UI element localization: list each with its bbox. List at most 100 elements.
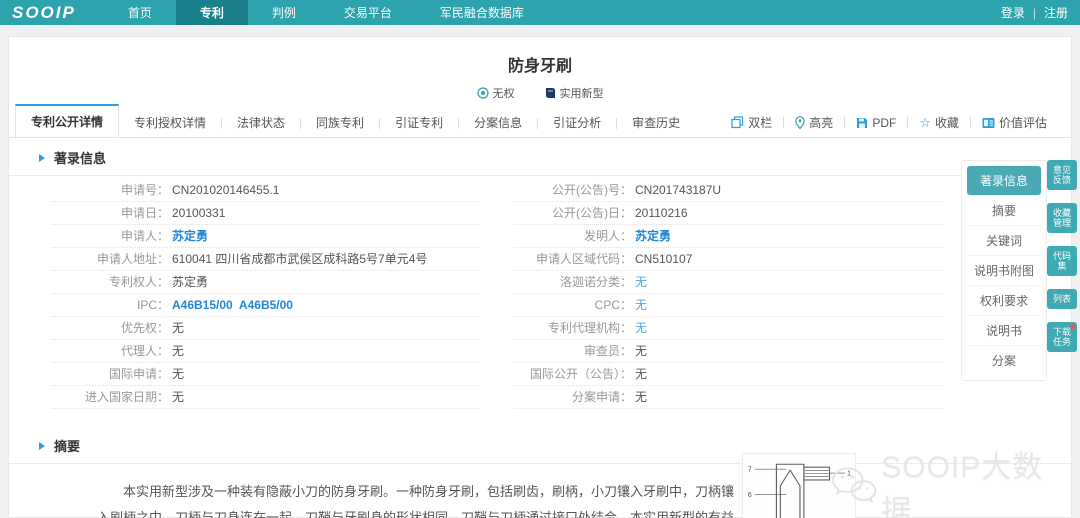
abstract-section-header[interactable]: 摘要 [9,426,1071,464]
abstract-section-title: 摘要 [54,439,81,454]
field-publication-date: 公开(公告)日： 20110216 [514,202,943,225]
code-set-button[interactable]: 代码集 [1047,246,1077,276]
biblio-fields: 申请号： CN201020146455.1 申请日： 20100331 申请人：… [9,176,1071,413]
field-international-application: 国际申请： 无 [51,363,480,386]
biblio-right-column: 公开(公告)号： CN201743187U 公开(公告)日： 20110216 … [514,179,943,409]
pdf-save-icon [857,117,868,128]
auth-links: 登录 | 注册 [1001,4,1068,21]
inventor-link[interactable]: 苏定勇 [635,230,671,243]
valuation-button[interactable]: 价值评估 [982,114,1047,131]
anchor-item-biblio[interactable]: 著录信息 [967,166,1041,195]
tab-divisional-info[interactable]: 分案信息 [459,107,537,137]
anchor-nav: 著录信息 摘要 关键词 说明书附图 权利要求 说明书 分案 [961,160,1047,381]
anchor-item-description[interactable]: 说明书 [967,315,1041,345]
figure-label: 7 [748,467,752,474]
field-locarno-class: 洛迦诺分类： 无 [514,271,943,294]
section-arrow-icon [39,441,45,450]
section-arrow-icon [39,153,45,162]
field-priority: 优先权： 无 [51,317,480,340]
list-button[interactable]: 列表 [1047,289,1077,309]
status-badge-label: 无权 [492,88,515,100]
field-publication-number: 公开(公告)号： CN201743187U [514,179,943,202]
tab-publication-details[interactable]: 专利公开详情 [15,104,120,138]
toolbar-divider [783,117,785,128]
rights-status-icon [476,87,489,99]
page-title: 防身牙刷 [507,58,572,75]
dual-column-button[interactable]: 双栏 [731,114,772,131]
tab-citation-analysis[interactable]: 引证分析 [538,107,616,137]
field-applicant-region-code: 申请人区域代码： CN510107 [514,248,943,271]
nav-item-cases[interactable]: 判例 [248,0,320,25]
register-link[interactable]: 注册 [1044,4,1068,21]
valuation-icon [982,117,995,128]
figure-label: 1 [847,471,851,478]
toolbar-divider [907,117,909,128]
nav-item-home[interactable]: 首页 [104,0,176,25]
toolbar: 双栏 高亮 PDF ☆ 收藏 价值评估 [731,114,1065,137]
tab-cited-patents[interactable]: 引证专利 [380,107,458,137]
edge-button-stack: 意见反馈 收藏管理 代码集 列表 下载任务 [1047,160,1077,352]
patent-figure[interactable]: 7 1 6 2 5 4 [742,453,856,518]
valuation-label: 价值评估 [998,116,1047,130]
highlight-label: 高亮 [809,116,834,130]
highlight-pin-icon [795,116,806,129]
dual-column-icon [731,116,744,129]
figure-label: 6 [748,492,752,499]
biblio-section: 著录信息 申请号： CN201020146455.1 申请日： 20100331… [9,138,1071,413]
main-menu: 首页 专利 判例 交易平台 军民融合数据库 [104,0,548,25]
highlight-button[interactable]: 高亮 [795,114,833,131]
pdf-label: PDF [872,115,897,130]
field-patent-agency: 专利代理机构： 无 [514,317,943,340]
dual-column-label: 双栏 [748,116,773,130]
anchor-item-drawings[interactable]: 说明书附图 [967,255,1041,285]
field-inventor: 发明人： 苏定勇 [514,225,943,248]
abstract-section: 摘要 本实用新型涉及一种装有隐蔽小刀的防身牙刷。一种防身牙刷，包括刷齿，刷柄，小… [9,426,1071,518]
favorite-button[interactable]: ☆ 收藏 [919,114,959,131]
field-ipc: IPC： A46B15/00 A46B5/00 [51,294,480,317]
biblio-section-title: 著录信息 [54,151,107,166]
anchor-item-divisional[interactable]: 分案 [967,345,1041,375]
tab-examination-history[interactable]: 审查历史 [617,107,695,137]
tab-bar: 专利公开详情 专利授权详情 法律状态 同族专利 引证专利 分案信息 引证分析 审… [9,104,1071,138]
tab-legal-status[interactable]: 法律状态 [222,107,300,137]
nav-item-trade-platform[interactable]: 交易平台 [320,0,416,25]
field-national-entry-date: 进入国家日期： 无 [51,386,480,409]
abstract-text: 本实用新型涉及一种装有隐蔽小刀的防身牙刷。一种防身牙刷，包括刷齿，刷柄，小刀镶入… [97,484,735,518]
toolbar-divider [969,117,971,128]
tabs: 专利公开详情 专利授权详情 法律状态 同族专利 引证专利 分案信息 引证分析 审… [15,104,695,138]
field-application-date: 申请日： 20100331 [51,202,480,225]
toolbar-divider [844,117,846,128]
login-link[interactable]: 登录 [1001,4,1025,21]
nav-item-patent[interactable]: 专利 [175,0,248,25]
biblio-left-column: 申请号： CN201020146455.1 申请日： 20100331 申请人：… [51,179,480,409]
status-badge: 无权 [476,85,515,101]
tab-patent-family[interactable]: 同族专利 [301,107,379,137]
ipc-links[interactable]: A46B15/00 A46B5/00 [172,299,293,312]
patent-drawing: 7 1 6 2 5 4 [748,463,851,518]
download-tasks-button[interactable]: 下载任务 [1047,322,1077,352]
star-icon: ☆ [919,114,931,130]
field-patentee: 专利权人： 苏定勇 [51,271,480,294]
favorites-manage-button[interactable]: 收藏管理 [1047,203,1077,233]
badge-row: 无权 实用新型 [9,85,1071,101]
nav-item-military-civil-db[interactable]: 军民融合数据库 [416,0,548,25]
biblio-section-header[interactable]: 著录信息 [9,138,1071,176]
feedback-button[interactable]: 意见反馈 [1047,160,1077,190]
sooip-logo[interactable]: SOOIP [12,3,76,23]
pdf-button[interactable]: PDF [856,116,896,130]
field-divisional-application: 分案申请： 无 [514,386,943,409]
notification-dot [1070,324,1075,329]
top-nav: SOOIP 首页 专利 判例 交易平台 军民融合数据库 登录 | 注册 [0,0,1080,25]
field-application-number: 申请号： CN201020146455.1 [51,179,480,202]
field-examiner: 审查员： 无 [514,340,943,363]
anchor-item-abstract[interactable]: 摘要 [967,195,1041,225]
anchor-item-claims[interactable]: 权利要求 [967,285,1041,315]
patent-type-badge: 实用新型 [545,85,604,101]
patent-type-badge-label: 实用新型 [559,88,604,100]
utility-model-icon [545,88,555,98]
tab-grant-details[interactable]: 专利授权详情 [119,107,221,137]
field-applicant-address: 申请人地址： 610041 四川省成都市武侯区成科路5号7单元4号 [51,248,480,271]
anchor-item-keywords[interactable]: 关键词 [967,225,1041,255]
applicant-link[interactable]: 苏定勇 [172,230,208,243]
favorite-label: 收藏 [934,116,959,130]
